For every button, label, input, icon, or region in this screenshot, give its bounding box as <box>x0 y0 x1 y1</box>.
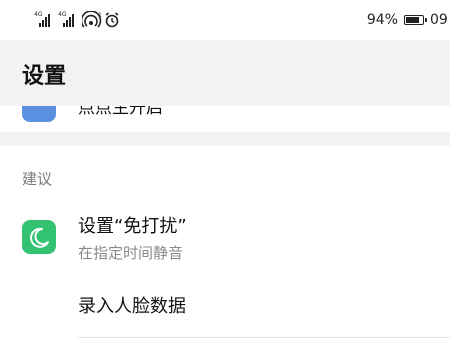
battery-icon <box>404 15 427 25</box>
alarm-icon <box>104 11 120 29</box>
status-bar: 4G 4G 1 94% 09 <box>0 0 450 40</box>
title-bar: 设置 <box>0 40 450 106</box>
suggestions-card: 建议 设置“免打扰” 在指定时间静音 录入人脸数据 <box>0 146 450 338</box>
blue-app-icon <box>22 106 56 122</box>
signal-icon-2: 4G <box>58 11 80 29</box>
hotspot-icon: 1 <box>80 10 102 29</box>
signal-icon: 4G <box>34 11 56 29</box>
moon-icon <box>22 220 56 254</box>
status-icons-left: 4G 4G 1 <box>34 9 120 29</box>
clock: 09 <box>430 12 448 28</box>
suggestion-subtitle: 在指定时间静音 <box>78 244 184 262</box>
battery-percentage: 94% <box>366 12 398 28</box>
suggestion-title: 设置“免打扰” <box>78 216 187 237</box>
settings-item-partial-label: 点点生开启 <box>78 106 163 118</box>
status-icons-right: 94% 09 <box>367 10 450 30</box>
page-title: 设置 <box>22 64 67 89</box>
suggestion-item-do-not-disturb[interactable]: 设置“免打扰” 在指定时间静音 <box>0 206 450 338</box>
settings-item-partial[interactable]: 点点生开启 <box>0 106 450 132</box>
suggestion-item-face-data[interactable]: 录入人脸数据 <box>0 286 450 326</box>
svg-text:1: 1 <box>98 12 102 19</box>
section-label: 建议 <box>22 170 53 188</box>
suggestion-title-2: 录入人脸数据 <box>78 296 186 317</box>
section-gap <box>0 132 450 146</box>
